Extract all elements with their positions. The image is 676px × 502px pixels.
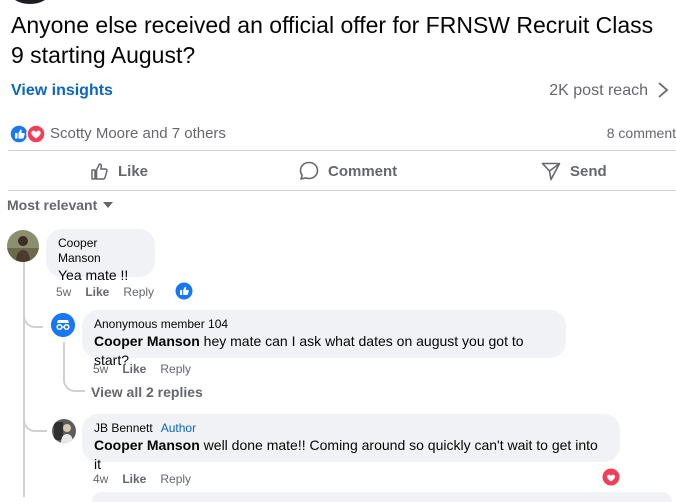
mention-link[interactable]: Cooper Manson	[94, 333, 200, 349]
chevron-right-icon[interactable]	[656, 80, 670, 100]
next-reply-bubble	[92, 492, 672, 502]
mention-link[interactable]: Cooper Manson	[94, 437, 200, 453]
view-all-replies-link[interactable]: View all 2 replies	[91, 384, 203, 400]
comment-count[interactable]: 8 comment	[607, 125, 676, 141]
comment-icon	[299, 161, 319, 180]
user-photo-icon	[52, 419, 76, 443]
author-badge: Author	[160, 421, 197, 435]
comment-meta: 5w Like Reply	[56, 285, 154, 299]
view-insights-link[interactable]: View insights	[11, 82, 113, 100]
divider	[8, 190, 676, 191]
reply-connector	[63, 376, 85, 392]
like-reaction-icon	[9, 124, 29, 144]
reactions-summary[interactable]: Scotty Moore and 7 others	[50, 125, 226, 142]
love-reaction-icon[interactable]	[602, 468, 620, 486]
comment-like-link[interactable]: Like	[122, 472, 146, 486]
reply-connector	[23, 416, 47, 432]
comment-button[interactable]: Comment	[298, 160, 397, 182]
thread-line	[23, 262, 25, 497]
comment-button-label: Comment	[328, 162, 398, 180]
caret-down-icon	[103, 202, 114, 208]
reply-like-link[interactable]: Like	[122, 362, 146, 376]
comment-reply-link[interactable]: Reply	[160, 472, 191, 486]
comment-author-line: JB Bennett Author	[94, 421, 608, 436]
reply-reply-link[interactable]: Reply	[160, 362, 191, 376]
post-author-avatar[interactable]	[10, 0, 50, 4]
comment-reply-link[interactable]: Reply	[123, 285, 154, 299]
comment-bubble: Cooper Manson Yea mate !!	[46, 229, 155, 283]
reply-bubble: Anonymous member 104 Cooper Manson hey m…	[82, 310, 566, 368]
send-icon	[541, 162, 561, 181]
comment-bubble: JB Bennett Author Cooper Manson well done…	[82, 414, 620, 472]
comment-author[interactable]: JB Bennett	[94, 421, 153, 435]
comment-author[interactable]: Cooper Manson	[58, 236, 143, 266]
avatar[interactable]	[7, 230, 39, 262]
sort-comments-dropdown[interactable]: Most relevant	[7, 197, 114, 213]
like-reaction-icon[interactable]	[175, 282, 193, 300]
comment-time[interactable]: 5w	[56, 285, 71, 299]
comment-text: Cooper Manson well done mate!! Coming ar…	[94, 436, 608, 474]
reply-time[interactable]: 5w	[93, 362, 108, 376]
reply-meta: 5w Like Reply	[93, 362, 191, 376]
reaction-icons[interactable]	[9, 124, 47, 144]
post-title: Anyone else received an official offer f…	[11, 12, 654, 68]
comment-time[interactable]: 4w	[93, 472, 108, 486]
reply-connector	[23, 312, 43, 328]
avatar[interactable]	[51, 313, 75, 337]
thumbs-up-icon	[91, 163, 108, 180]
send-button[interactable]: Send	[540, 160, 607, 182]
divider	[8, 150, 676, 151]
send-button-label: Send	[570, 162, 607, 180]
comment-like-link[interactable]: Like	[85, 285, 109, 299]
like-button-label: Like	[118, 162, 149, 180]
post-reach[interactable]: 2K post reach	[549, 82, 648, 100]
avatar[interactable]	[52, 419, 76, 443]
comment-text: Yea mate !!	[58, 267, 129, 283]
sort-label: Most relevant	[7, 197, 98, 213]
love-reaction-icon	[26, 124, 46, 144]
like-button[interactable]: Like	[90, 160, 148, 182]
user-photo-icon	[7, 230, 39, 262]
anonymous-member-icon	[51, 313, 75, 337]
reply-author[interactable]: Anonymous member 104	[94, 317, 554, 332]
thread-line	[63, 342, 65, 380]
comment-meta: 4w Like Reply	[93, 472, 191, 486]
